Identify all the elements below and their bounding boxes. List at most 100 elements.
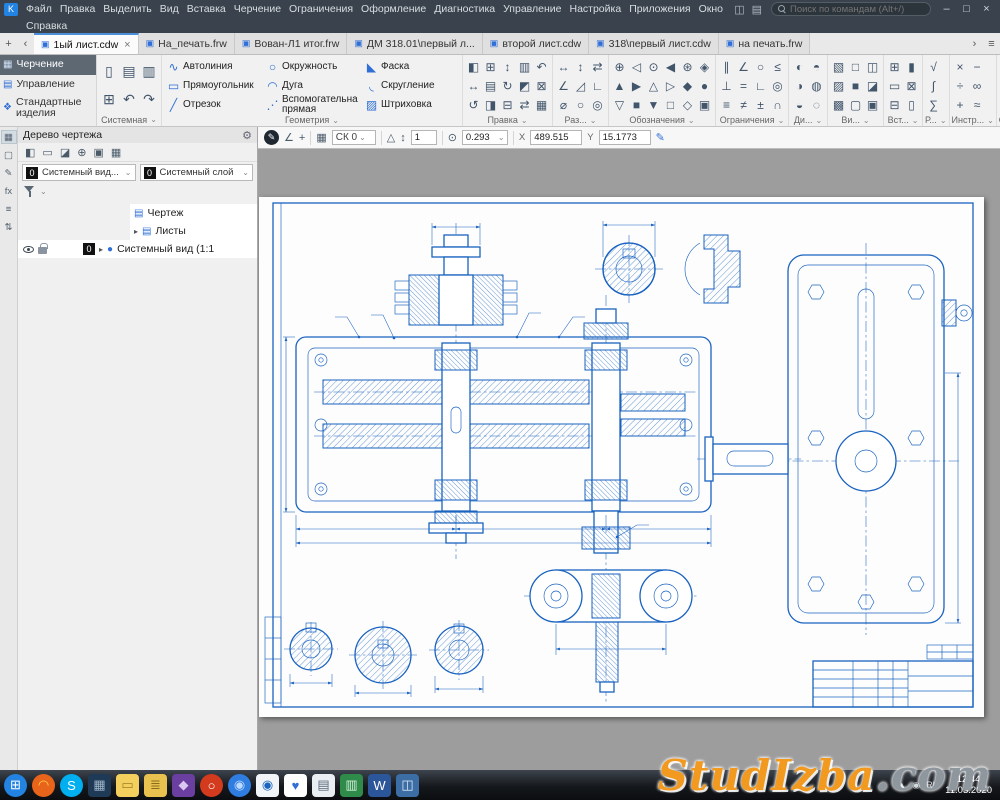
side-strip-icon[interactable]: ▢	[1, 148, 17, 162]
tool-icon[interactable]: ◎	[589, 96, 606, 113]
layout-toggle-icon[interactable]: ◫	[731, 3, 747, 16]
geometry-tool-button[interactable]: ▨ Штриховка	[362, 95, 460, 114]
folder-icon[interactable]: ▭	[116, 774, 139, 797]
scale-field[interactable]	[411, 130, 437, 145]
tool-icon[interactable]: ∞	[969, 77, 986, 94]
chevron-down-icon[interactable]: ⌄	[778, 116, 785, 125]
chevron-down-icon[interactable]: ⌄	[332, 116, 339, 125]
tool-icon[interactable]: ◓	[808, 58, 825, 75]
tool-icon[interactable]: ○	[572, 96, 589, 113]
window-control-button[interactable]: ×	[977, 3, 996, 15]
drawing-sheet[interactable]: .ln{stroke:#1a63c0;fill:none;stroke-widt…	[259, 197, 984, 717]
menu-item[interactable]: Окно	[695, 2, 727, 16]
tool-icon[interactable]: ▮	[903, 58, 920, 75]
tool-icon[interactable]: ◁	[628, 58, 645, 75]
tool-icon[interactable]: ↻	[499, 77, 516, 94]
tool-icon[interactable]: ≈	[969, 96, 986, 113]
tool-icon[interactable]: ÷	[952, 77, 969, 94]
menu-item[interactable]: Вставка	[183, 2, 230, 16]
tool-icon[interactable]: △	[645, 77, 662, 94]
new-tab-button[interactable]: +	[0, 33, 17, 54]
chevron-down-icon[interactable]: ⌄	[987, 116, 994, 125]
menu-item[interactable]: Вид	[156, 2, 183, 16]
gearbox-drawing[interactable]: .ln{stroke:#1a63c0;fill:none;stroke-widt…	[259, 197, 984, 717]
side-strip-icon[interactable]: ≡	[1, 202, 17, 216]
tool-icon[interactable]: ↕	[499, 58, 516, 75]
expander-icon[interactable]: ▸	[99, 245, 103, 254]
menu-item[interactable]: Управление	[499, 2, 565, 16]
document-tab[interactable]: ▣ второй лист.cdw ×	[483, 33, 589, 54]
tree-toolbar-icon[interactable]: ◪	[60, 146, 70, 159]
tool-icon[interactable]: ∠	[735, 58, 752, 75]
tool-icon[interactable]: ▣	[864, 96, 881, 113]
angle-snap-icon[interactable]: ∠	[284, 131, 294, 144]
menu-item[interactable]: Ограничения	[285, 2, 357, 16]
panel-tab[interactable]: ▦ Черчение	[0, 55, 96, 75]
tool-icon[interactable]: ∩	[769, 96, 786, 113]
tool-icon[interactable]: ⊙	[645, 58, 662, 75]
tool-icon[interactable]: ⊠	[533, 77, 550, 94]
tree-toolbar-icon[interactable]: ⊕	[77, 146, 86, 159]
explorer-icon[interactable]: ▦	[88, 774, 111, 797]
tool-icon[interactable]: ▥	[141, 63, 158, 80]
firefox-icon[interactable]: ◠	[32, 774, 55, 797]
tool-icon[interactable]: ◌	[808, 96, 825, 113]
tool-icon[interactable]: ⊟	[886, 96, 903, 113]
side-strip-icon[interactable]: fx	[1, 184, 17, 198]
kompas-icon[interactable]: ◉	[256, 774, 279, 797]
chevron-down-icon[interactable]: ⌄	[688, 116, 695, 125]
app-icon[interactable]: K	[4, 3, 18, 16]
tool-icon[interactable]: ◪	[864, 77, 881, 94]
start-button[interactable]: ⊞	[4, 774, 27, 797]
tree-row-drawing[interactable]: ▤ Чертеж	[130, 204, 257, 222]
tree-toolbar-icon[interactable]: ▭	[42, 146, 52, 159]
tool-icon[interactable]: ◇	[679, 96, 696, 113]
tool-icon[interactable]: □	[662, 96, 679, 113]
geometry-tool-button[interactable]: ◣ Фаска	[362, 57, 460, 76]
tool-icon[interactable]: √	[925, 58, 942, 75]
geometry-tool-button[interactable]: ╱ Отрезок	[164, 95, 262, 114]
chevron-down-icon[interactable]: ⌄	[815, 116, 822, 125]
archive-icon[interactable]: ≣	[144, 774, 167, 797]
tool-icon[interactable]: +	[952, 96, 969, 113]
filter-funnel-icon[interactable]	[24, 186, 35, 197]
side-strip-icon[interactable]: ▦	[1, 130, 17, 144]
edit-pencil-icon[interactable]: ✎	[656, 131, 665, 144]
tool-icon[interactable]: ∟	[752, 77, 769, 94]
tree-toolbar-icon[interactable]: ▣	[93, 146, 103, 159]
notes-app-icon[interactable]: ▤	[312, 774, 335, 797]
tool-icon[interactable]: ∑	[925, 96, 942, 113]
tool-icon[interactable]: ∟	[589, 77, 606, 94]
tool-icon[interactable]: □	[847, 58, 864, 75]
tool-icon[interactable]: ◑	[791, 77, 808, 94]
tool-icon[interactable]: ⊞	[886, 58, 903, 75]
tool-icon[interactable]: ⊞	[101, 91, 118, 108]
tool-icon[interactable]: ⊥	[718, 77, 735, 94]
tool-icon[interactable]: ○	[752, 58, 769, 75]
close-tab-icon[interactable]: ×	[122, 39, 130, 51]
tool-icon[interactable]: ◨	[482, 96, 499, 113]
chevron-down-icon[interactable]: ⌄	[940, 116, 947, 125]
tool-icon[interactable]: ⌀	[555, 96, 572, 113]
tool-icon[interactable]: ■	[847, 77, 864, 94]
opera-icon[interactable]: ○	[200, 774, 223, 797]
layer-filter-dropdown[interactable]: 0 Системный слой ⌄	[140, 164, 254, 181]
tool-icon[interactable]: ▨	[830, 77, 847, 94]
tool-icon[interactable]: ▭	[886, 77, 903, 94]
tool-icon[interactable]: ▢	[847, 96, 864, 113]
chevron-down-icon[interactable]: ⌄	[590, 116, 597, 125]
panel-tab[interactable]: ❖ Стандартные изделия	[0, 95, 96, 121]
menu-item[interactable]: Выделить	[99, 2, 155, 16]
search-input[interactable]	[790, 4, 924, 15]
tool-icon[interactable]: ◆	[679, 77, 696, 94]
tool-icon[interactable]: ■	[628, 96, 645, 113]
document-tab[interactable]: ▣ на печать.frw ×	[719, 33, 811, 54]
document-tab[interactable]: ▣ Вован-Л1 итог.frw ×	[235, 33, 347, 54]
chevron-down-icon[interactable]: ⌄	[150, 115, 157, 124]
tool-icon[interactable]: ↶	[533, 58, 550, 75]
books-app-icon[interactable]: ▥	[340, 774, 363, 797]
menu-item-help[interactable]: Справка	[22, 19, 71, 33]
tool-icon[interactable]: =	[735, 77, 752, 94]
scale-input[interactable]	[415, 132, 433, 143]
crosshair-icon[interactable]: +	[299, 132, 305, 144]
